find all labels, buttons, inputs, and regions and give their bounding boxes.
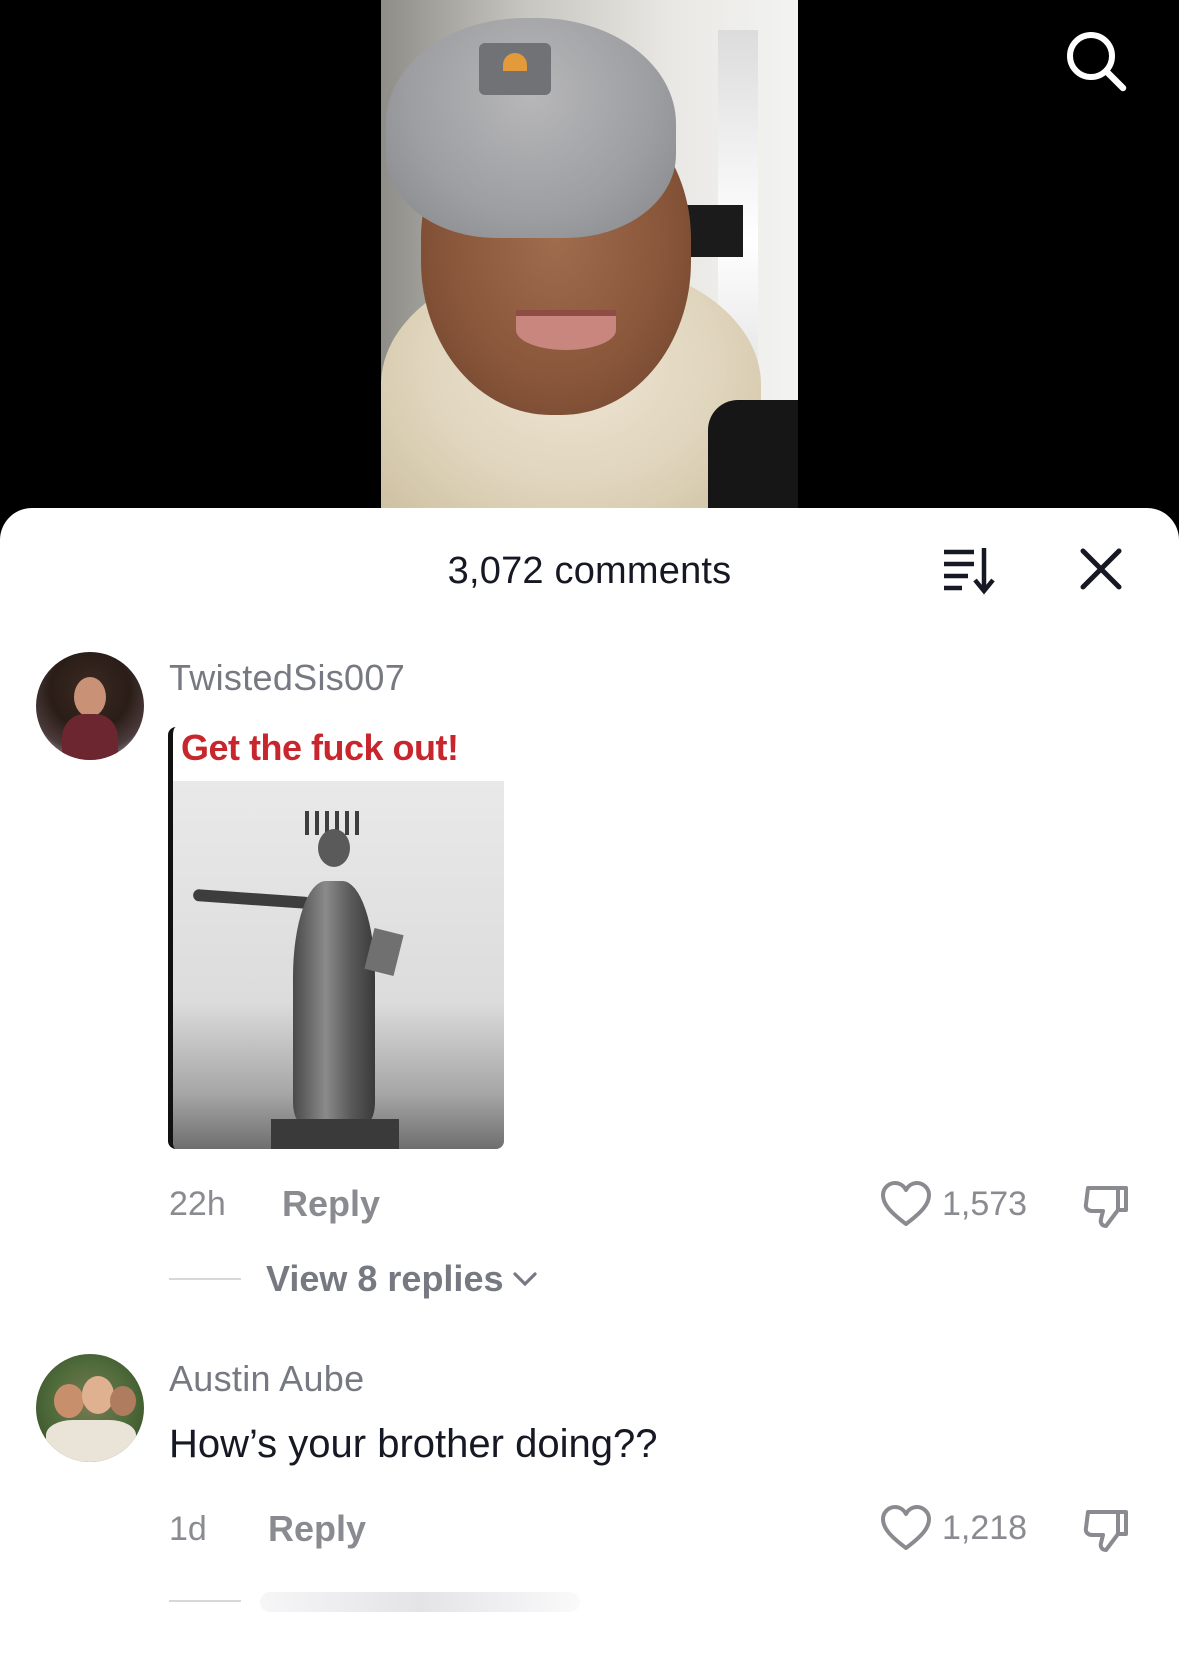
statue-pointing-arm	[192, 888, 312, 910]
comment-text: How’s your brother doing??	[169, 1422, 658, 1466]
close-button[interactable]	[1076, 544, 1126, 594]
chevron-down-icon[interactable]	[511, 1269, 539, 1289]
avatar-face	[74, 677, 106, 717]
statue-base	[271, 1119, 399, 1149]
avatar-body	[62, 714, 118, 760]
search-button[interactable]	[1063, 28, 1129, 94]
heart-icon	[881, 1505, 931, 1550]
avatar-person	[82, 1376, 114, 1414]
reply-button[interactable]: Reply	[282, 1183, 380, 1225]
video-frame	[381, 0, 798, 510]
mouth	[516, 310, 616, 350]
view-replies-line	[169, 1600, 241, 1602]
video-player[interactable]	[0, 0, 1179, 520]
close-icon	[1080, 548, 1122, 590]
comment-time: 1d	[169, 1510, 207, 1548]
beanie	[386, 18, 676, 238]
statue-of-liberty-photo	[173, 781, 504, 1149]
comment-count: 3,072 comments	[447, 550, 732, 592]
statue-head	[318, 829, 350, 867]
like-count: 1,218	[942, 1508, 1028, 1547]
like-count: 1,573	[942, 1184, 1028, 1223]
dislike-button[interactable]	[1080, 1504, 1132, 1556]
person-coat	[708, 400, 798, 510]
view-replies-label[interactable]: View 8 replies	[266, 1258, 503, 1300]
avatar-shirt	[46, 1420, 136, 1462]
reply-button[interactable]: Reply	[268, 1508, 366, 1550]
avatar[interactable]	[36, 652, 144, 760]
view-replies[interactable]: View 8 replies	[169, 1258, 539, 1300]
comment-image-caption: Get the fuck out!	[181, 727, 459, 768]
view-replies[interactable]	[169, 1600, 241, 1602]
comment-username[interactable]: TwistedSis007	[169, 657, 405, 699]
comment-time: 22h	[169, 1185, 226, 1223]
thumbs-down-icon	[1083, 1510, 1128, 1552]
loading-placeholder	[260, 1592, 580, 1612]
thumbs-down-icon	[1083, 1186, 1128, 1228]
search-icon	[1067, 32, 1127, 92]
dislike-button[interactable]	[1080, 1180, 1132, 1232]
avatar-person	[110, 1386, 136, 1416]
sort-icon	[944, 548, 995, 595]
comments-header: 3,072 comments	[0, 508, 1179, 628]
heart-icon	[881, 1181, 931, 1226]
beanie-logo-patch	[479, 43, 551, 95]
statue-body	[293, 881, 375, 1121]
view-replies-line	[169, 1278, 241, 1280]
sort-button[interactable]	[940, 544, 996, 596]
like-button[interactable]: 1,218	[880, 1504, 1027, 1552]
like-button[interactable]: 1,573	[880, 1180, 1027, 1228]
comment-image[interactable]: Get the fuck out!	[168, 727, 504, 1149]
comment-username[interactable]: Austin Aube	[169, 1358, 364, 1400]
avatar[interactable]	[36, 1354, 144, 1462]
avatar-person	[54, 1384, 84, 1418]
